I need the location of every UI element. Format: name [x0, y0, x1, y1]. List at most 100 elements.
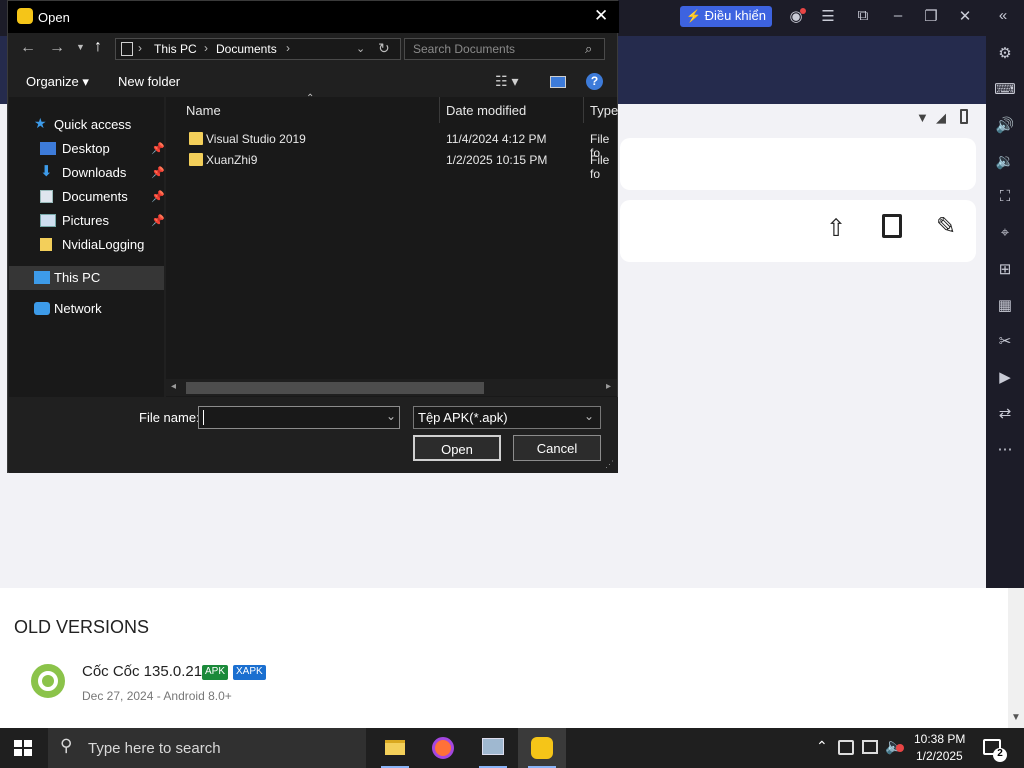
download-icon: ⬇	[40, 163, 53, 180]
horizontal-scrollbar[interactable]: ◂ ▸	[166, 379, 617, 396]
scroll-right-icon[interactable]: ▸	[606, 381, 611, 392]
show-hidden-icons-icon[interactable]: ⌃	[816, 738, 828, 755]
keyboard-icon[interactable]: ⌨	[986, 80, 1024, 98]
nav-pictures[interactable]: Pictures 📌	[9, 210, 165, 232]
nav-downloads[interactable]: ⬇ Downloads 📌	[9, 162, 165, 184]
emulator-taskbar-icon[interactable]	[518, 728, 566, 768]
copy-icon[interactable]	[882, 214, 902, 238]
pin-icon[interactable]: 📌	[151, 214, 165, 227]
filter-dropdown-icon[interactable]: ⌄	[584, 409, 594, 423]
nav-label: NvidiaLogging	[62, 237, 145, 252]
coccoc-app-icon[interactable]	[31, 664, 65, 698]
pin-icon[interactable]: 📌	[151, 190, 165, 203]
search-input[interactable]: Search Documents	[404, 38, 605, 60]
forward-arrow-icon[interactable]: →	[49, 39, 65, 57]
nav-desktop[interactable]: Desktop 📌	[9, 138, 165, 160]
location-icon[interactable]: ⌖	[986, 224, 1024, 241]
nav-quick-access[interactable]: ★ Quick access	[9, 114, 164, 136]
screen-resize-icon[interactable]: ⧉	[851, 7, 875, 24]
taskbar-search-box[interactable]: ⚲ Type here to search	[48, 728, 366, 768]
file-name: XuanZhi9	[206, 153, 258, 167]
close-icon[interactable]: ✕	[953, 7, 977, 25]
file-type-filter[interactable]: Tệp APK(*.apk) ⌄	[413, 406, 601, 429]
volume-up-icon[interactable]: 🔊	[986, 116, 1024, 134]
lightning-icon: ⚡	[686, 9, 701, 23]
app-name-link[interactable]: Cốc Cốc 135.0.215	[82, 663, 210, 680]
start-windows-icon[interactable]	[14, 740, 32, 756]
info-card	[620, 138, 976, 190]
sync-icon[interactable]: ⇄	[986, 404, 1024, 422]
file-name-input[interactable]	[198, 406, 400, 429]
dialog-titlebar[interactable]: Open ✕	[8, 1, 619, 33]
nav-this-pc[interactable]: This PC	[9, 266, 164, 290]
column-header-date[interactable]: Date modified	[440, 97, 584, 123]
refresh-icon[interactable]: ↻	[378, 40, 390, 57]
cancel-button[interactable]: Cancel	[513, 435, 601, 461]
view-options-icon[interactable]: ☷ ▾	[495, 73, 518, 90]
minimize-icon[interactable]: –	[886, 7, 910, 24]
screenshot-icon[interactable]: ⛶	[986, 188, 1024, 205]
more-icon[interactable]: ⋯	[986, 440, 1024, 458]
collapse-sidebar-icon[interactable]: «	[991, 7, 1015, 24]
network-status-icon[interactable]	[862, 740, 878, 754]
firefox-taskbar-icon[interactable]	[419, 728, 467, 768]
file-type-filter-label: Tệp APK(*.apk)	[418, 410, 508, 425]
computer-icon	[34, 271, 50, 284]
sort-arrow-icon: ⌃	[306, 93, 315, 104]
file-row[interactable]: XuanZhi9 1/2/2025 10:15 PM File fo	[166, 149, 617, 181]
tray-app-icon[interactable]	[838, 740, 854, 755]
address-bar[interactable]: › This PC › Documents › ⌄ ↻	[115, 38, 401, 60]
open-button[interactable]: Open	[413, 435, 501, 461]
recent-locations-icon[interactable]: ▼	[76, 42, 85, 52]
file-name-dropdown-icon[interactable]: ⌄	[386, 409, 396, 423]
address-dropdown-icon[interactable]: ⌄	[356, 42, 365, 55]
gear-icon[interactable]: ⚙	[986, 44, 1024, 62]
back-arrow-icon[interactable]: ←	[20, 39, 36, 57]
install-apk-icon[interactable]: ▦	[986, 296, 1024, 314]
restore-icon[interactable]: ❐	[919, 7, 943, 25]
volume-down-icon[interactable]: 🔉	[986, 152, 1024, 170]
open-file-dialog: Open ✕ ← → ▼ ↑ › This PC › Documents › ⌄…	[7, 0, 619, 473]
folder-icon	[189, 132, 203, 145]
scroll-left-icon[interactable]: ◂	[171, 381, 176, 392]
breadcrumb-sep-icon: ›	[204, 41, 208, 55]
breadcrumb-this-pc[interactable]: This PC	[154, 42, 197, 56]
remote-desktop-taskbar-icon[interactable]	[469, 728, 517, 768]
nav-network[interactable]: Network	[9, 298, 164, 320]
clock-time[interactable]: 10:38 PM	[914, 732, 965, 746]
pin-icon[interactable]: 📌	[151, 166, 165, 179]
control-button[interactable]: ⚡ Điều khiển	[680, 6, 772, 27]
organize-button[interactable]: Organize ▾	[26, 74, 89, 90]
clock-date[interactable]: 1/2/2025	[916, 749, 963, 763]
file-name: Visual Studio 2019	[206, 132, 306, 146]
network-icon	[34, 302, 50, 315]
cut-icon[interactable]: ✂	[986, 332, 1024, 350]
menu-icon[interactable]: ☰	[816, 7, 840, 25]
nav-documents[interactable]: Documents 📌	[9, 186, 165, 208]
page-scrollbar[interactable]: ▼	[1008, 588, 1024, 728]
windows-taskbar: ⚲ Type here to search ⌃ 🔈 10:38 PM 1/2/2…	[0, 728, 1024, 768]
dialog-close-icon[interactable]: ✕	[594, 6, 608, 26]
share-icon[interactable]: ⇧	[826, 214, 846, 243]
edit-icon[interactable]: ✎	[936, 212, 956, 241]
video-record-icon[interactable]: ▶	[986, 368, 1024, 386]
taskbar-search-placeholder: Type here to search	[88, 740, 221, 757]
star-icon: ★	[34, 115, 47, 131]
scroll-down-arrow-icon[interactable]: ▼	[1011, 712, 1021, 723]
help-icon[interactable]: ?	[586, 73, 603, 90]
desktop-icon	[40, 142, 56, 155]
account-icon[interactable]: ◉	[784, 7, 808, 25]
file-row[interactable]: Visual Studio 2019 11/4/2024 4:12 PM Fil…	[166, 128, 617, 160]
up-arrow-icon[interactable]: ↑	[94, 38, 102, 56]
nav-nvidialogging[interactable]: NvidiaLogging	[9, 234, 164, 256]
add-window-icon[interactable]: ⊞	[986, 260, 1024, 278]
column-header-type[interactable]: Type	[584, 97, 624, 123]
resize-grip-icon[interactable]: ⋰	[605, 459, 614, 470]
pictures-icon	[40, 214, 56, 227]
new-folder-button[interactable]: New folder	[118, 74, 180, 89]
scrollbar-thumb[interactable]	[186, 382, 484, 394]
breadcrumb-documents[interactable]: Documents	[216, 42, 277, 56]
file-explorer-taskbar-icon[interactable]	[371, 728, 419, 768]
pin-icon[interactable]: 📌	[151, 142, 165, 155]
preview-pane-icon[interactable]	[550, 76, 566, 88]
